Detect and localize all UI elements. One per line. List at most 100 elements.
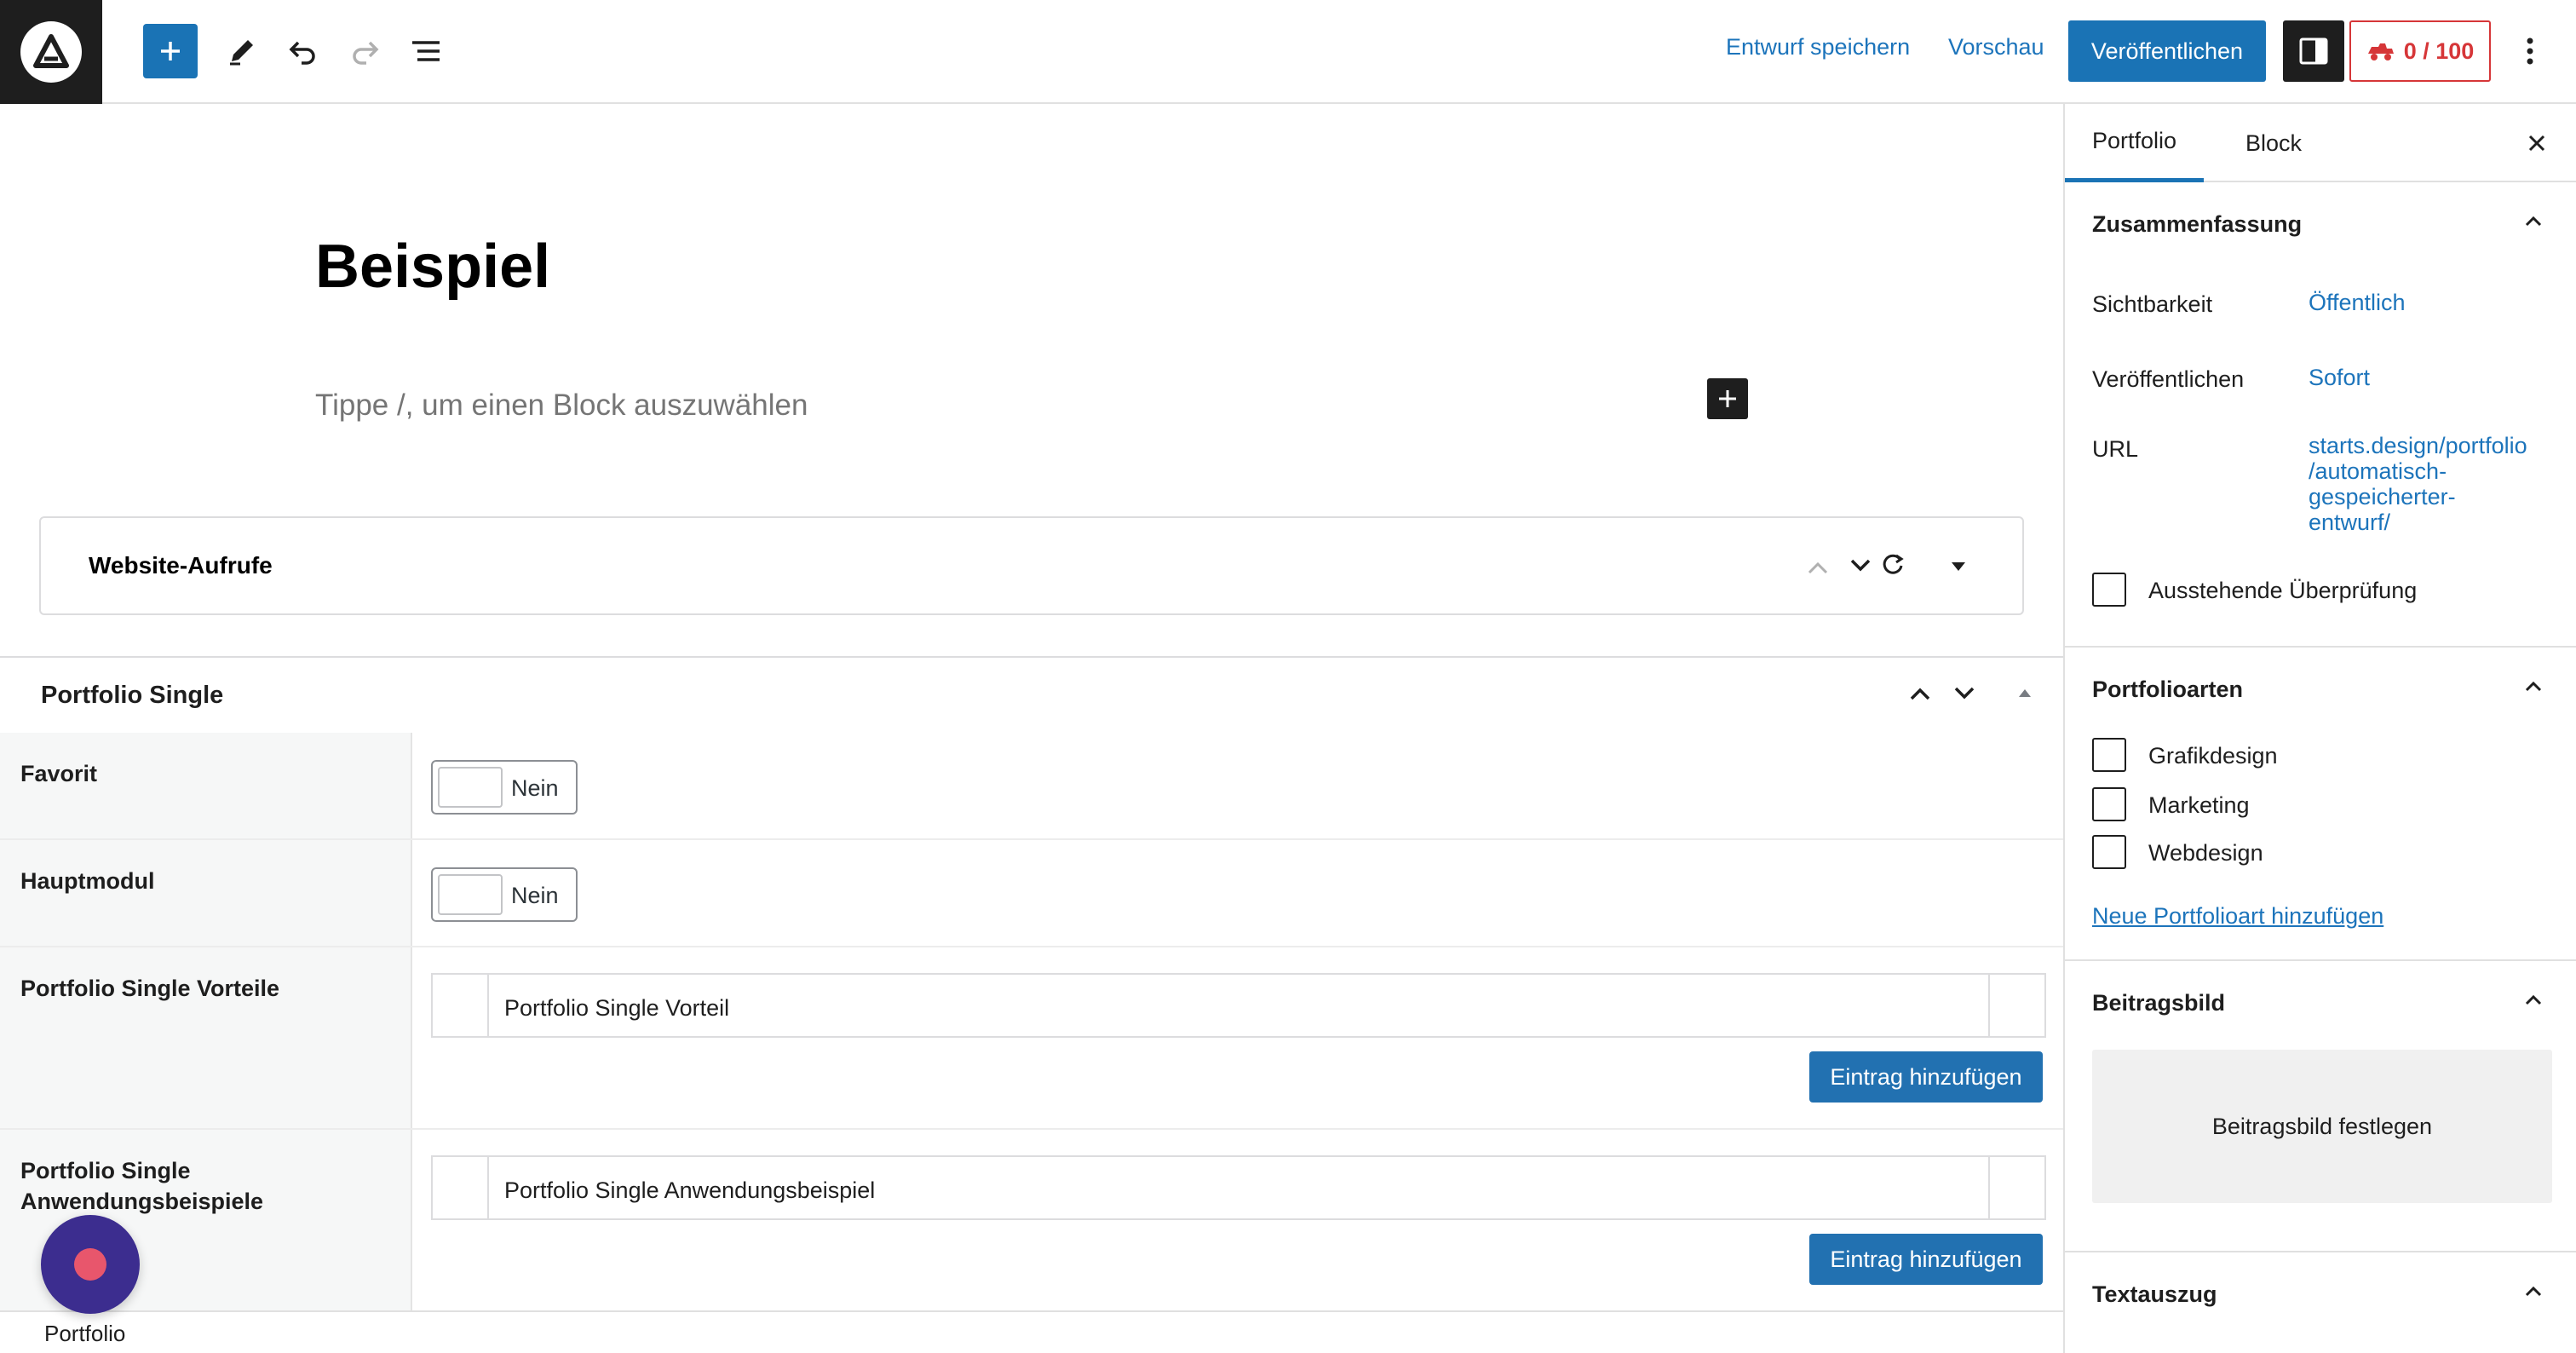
collapse-panel-icon[interactable] xyxy=(2014,682,2036,704)
redo-icon xyxy=(353,41,379,65)
field-label: Favorit xyxy=(0,733,412,838)
seo-score-value: 0 / 100 xyxy=(2403,37,2475,64)
favorit-toggle[interactable]: Nein xyxy=(431,760,578,815)
category-checkbox[interactable] xyxy=(2092,787,2126,821)
url-value[interactable]: starts.design/portfolio /automatisch- ge… xyxy=(2309,433,2527,535)
wagon-icon xyxy=(2367,43,2394,60)
meta-box-divider xyxy=(0,656,2063,658)
plus-icon xyxy=(1719,390,1736,407)
edit-tools-button[interactable] xyxy=(215,24,269,78)
seo-score-button[interactable]: 0 / 100 xyxy=(2349,20,2491,82)
toggle-knob xyxy=(438,767,503,808)
editor-header: Entwurf speichern Vorschau Veröffentlich… xyxy=(0,0,2576,104)
chevron-up-icon[interactable] xyxy=(2521,1280,2545,1304)
visibility-label: Sichtbarkeit xyxy=(2092,291,2213,317)
undo-icon xyxy=(289,41,315,65)
block-placeholder[interactable]: Tippe /, um einen Block auszuwählen xyxy=(315,389,808,423)
drag-handle[interactable] xyxy=(433,975,489,1036)
redo-button[interactable] xyxy=(337,24,392,78)
add-entry-button[interactable]: Eintrag hinzufügen xyxy=(1809,1051,2043,1103)
undo-button[interactable] xyxy=(276,24,331,78)
sidebar-icon xyxy=(2299,37,2328,65)
remove-item-handle[interactable] xyxy=(1988,1157,2044,1218)
chevron-up-icon[interactable] xyxy=(2521,675,2545,699)
add-entry-button[interactable]: Eintrag hinzufügen xyxy=(1809,1234,2043,1285)
repeater-item[interactable]: Portfolio Single Anwendungsbeispiel xyxy=(431,1155,2046,1220)
breadcrumb[interactable]: Portfolio xyxy=(44,1321,125,1347)
toggle-state: Nein xyxy=(511,775,559,801)
document-overview-button[interactable] xyxy=(399,24,453,78)
section-divider xyxy=(2065,959,2576,961)
block-breadcrumb-bar: Portfolio xyxy=(0,1310,2063,1353)
move-down-icon[interactable] xyxy=(1847,552,1874,579)
url-line: starts.design/portfolio xyxy=(2309,433,2527,458)
more-vertical-icon xyxy=(2527,37,2533,65)
visibility-value[interactable]: Öffentlich xyxy=(2309,290,2406,315)
field-row-vorteile: Portfolio Single Vorteile Portfolio Sing… xyxy=(0,947,2063,1130)
site-logo-icon xyxy=(20,21,82,83)
publish-date-label: Veröffentlichen xyxy=(2092,366,2245,392)
url-line: gespeicherter- xyxy=(2309,484,2456,510)
drag-handle[interactable] xyxy=(433,1157,489,1218)
repeater-item-title: Portfolio Single Vorteil xyxy=(504,995,730,1021)
chevron-up-icon[interactable] xyxy=(2521,988,2545,1012)
excerpt-section-title[interactable]: Textauszug xyxy=(2092,1281,2217,1308)
repeater-item-title: Portfolio Single Anwendungsbeispiel xyxy=(504,1177,876,1203)
refresh-icon[interactable] xyxy=(1879,550,1906,578)
summary-section-title[interactable]: Zusammenfassung xyxy=(2092,211,2302,238)
publish-date-value[interactable]: Sofort xyxy=(2309,365,2370,390)
url-label: URL xyxy=(2092,436,2139,462)
category-label: Webdesign xyxy=(2148,840,2263,866)
move-up-icon[interactable] xyxy=(1905,678,1935,709)
category-checkbox[interactable] xyxy=(2092,835,2126,869)
field-row-anwendungsbeispiele: Portfolio Single Anwendungsbeispiele Por… xyxy=(0,1130,2063,1312)
record-dot-icon xyxy=(74,1248,106,1281)
website-views-panel: Website-Aufrufe xyxy=(39,516,2024,615)
category-checkbox[interactable] xyxy=(2092,738,2126,772)
portfolio-types-section-title[interactable]: Portfolioarten xyxy=(2092,676,2243,703)
toggle-panel-icon[interactable] xyxy=(1947,556,1969,578)
preview-button[interactable]: Vorschau xyxy=(1948,34,2044,60)
move-down-icon[interactable] xyxy=(1949,678,1980,709)
pencil-icon xyxy=(230,40,253,66)
site-logo-button[interactable] xyxy=(0,0,102,104)
add-portfolio-type-link[interactable]: Neue Portfolioart hinzufügen xyxy=(2092,903,2383,930)
publish-button[interactable]: Veröffentlichen xyxy=(2068,20,2266,82)
panel-title: Website-Aufrufe xyxy=(89,552,273,579)
url-line: /automatisch- xyxy=(2309,458,2447,484)
toggle-state: Nein xyxy=(511,883,559,908)
inline-add-block-button[interactable] xyxy=(1707,378,1748,419)
options-menu-button[interactable] xyxy=(2504,24,2556,78)
remove-item-handle[interactable] xyxy=(1988,975,2044,1036)
field-row-hauptmodul: Hauptmodul Nein xyxy=(0,840,2063,947)
field-label: Hauptmodul xyxy=(0,840,412,946)
featured-image-section-title[interactable]: Beitragsbild xyxy=(2092,990,2225,1016)
hauptmodul-toggle[interactable]: Nein xyxy=(431,867,578,922)
repeater-item[interactable]: Portfolio Single Vorteil xyxy=(431,973,2046,1038)
plus-icon xyxy=(161,42,180,60)
section-divider xyxy=(2065,1251,2576,1252)
category-label: Marketing xyxy=(2148,792,2250,818)
post-title[interactable]: Beispiel xyxy=(315,232,550,302)
list-view-icon xyxy=(412,41,440,61)
field-label: Portfolio Single Vorteile xyxy=(0,947,412,1128)
move-up-icon[interactable] xyxy=(1804,554,1831,581)
sidebar-tabs: Portfolio Block xyxy=(2065,104,2576,182)
add-block-button[interactable] xyxy=(143,24,198,78)
editor-canvas: Beispiel Tippe /, um einen Block auszuwä… xyxy=(0,104,2063,1312)
close-sidebar-button[interactable] xyxy=(2516,123,2557,164)
toggle-knob xyxy=(438,874,503,915)
set-featured-image-button[interactable]: Beitragsbild festlegen xyxy=(2092,1050,2552,1203)
meta-box-title: Portfolio Single xyxy=(41,682,224,709)
pending-review-checkbox[interactable] xyxy=(2092,573,2126,607)
chevron-up-icon[interactable] xyxy=(2521,210,2545,233)
settings-panel-toggle[interactable] xyxy=(2283,20,2344,82)
url-line: entwurf/ xyxy=(2309,510,2391,535)
tab-block[interactable]: Block xyxy=(2218,104,2329,182)
category-label: Grafikdesign xyxy=(2148,743,2278,769)
chat-bubble-button[interactable] xyxy=(41,1215,140,1314)
pending-review-label: Ausstehende Überprüfung xyxy=(2148,578,2418,603)
save-draft-button[interactable]: Entwurf speichern xyxy=(1726,34,1910,60)
tab-portfolio[interactable]: Portfolio xyxy=(2065,104,2205,182)
settings-sidebar: Portfolio Block Zusammenfassung Sichtbar… xyxy=(2063,104,2576,1353)
